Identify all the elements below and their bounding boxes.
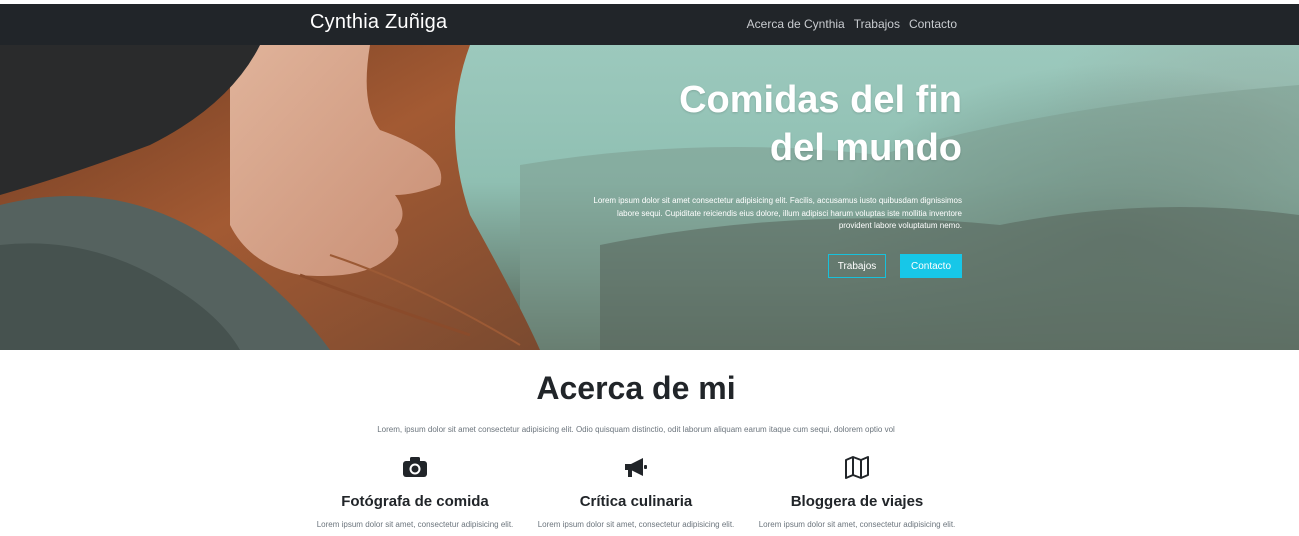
feature-title: Crítica culinaria: [579, 493, 693, 510]
nav-link-works[interactable]: Trabajos: [854, 17, 900, 31]
feature-text: Lorem ipsum dolor sit amet, consectetur …: [758, 520, 956, 529]
nav-links: Acerca de Cynthia Trabajos Contacto: [747, 17, 957, 31]
nav-link-about[interactable]: Acerca de Cynthia: [747, 17, 845, 31]
works-button[interactable]: Trabajos: [828, 254, 886, 278]
hero-description: Lorem ipsum dolor sit amet consectetur a…: [593, 196, 962, 230]
camera-icon: [403, 457, 427, 477]
feature-title: Bloggera de viajes: [790, 493, 924, 510]
feature-text: Lorem ipsum dolor sit amet, consectetur …: [537, 520, 735, 529]
hero-title-line1: Comidas del fin: [679, 79, 962, 121]
hero-title: Comidas del fin del mundo: [542, 76, 962, 172]
about-title: Acerca de mi: [536, 370, 736, 406]
navbar: Cynthia Zuñiga Acerca de Cynthia Trabajo…: [0, 4, 1299, 45]
feature-title: Fotógrafa de comida: [341, 493, 489, 510]
hero-section: Comidas del fin del mundo Lorem ipsum do…: [0, 45, 1299, 350]
brand-logo[interactable]: Cynthia Zuñiga: [310, 11, 447, 34]
feature-food-photographer: Fotógrafa de comida Lorem ipsum dolor si…: [310, 455, 520, 531]
about-description: Lorem, ipsum dolor sit amet consectetur …: [377, 425, 895, 434]
megaphone-icon: [625, 458, 647, 477]
feature-text: Lorem ipsum dolor sit amet, consectetur …: [316, 520, 514, 529]
hero-title-line2: del mundo: [769, 127, 962, 169]
contact-button[interactable]: Contacto: [900, 254, 962, 278]
feature-food-critic: Crítica culinaria Lorem ipsum dolor sit …: [531, 455, 741, 531]
map-icon: [845, 456, 869, 479]
feature-travel-blogger: Bloggera de viajes Lorem ipsum dolor sit…: [752, 455, 962, 531]
nav-link-contact[interactable]: Contacto: [909, 17, 957, 31]
